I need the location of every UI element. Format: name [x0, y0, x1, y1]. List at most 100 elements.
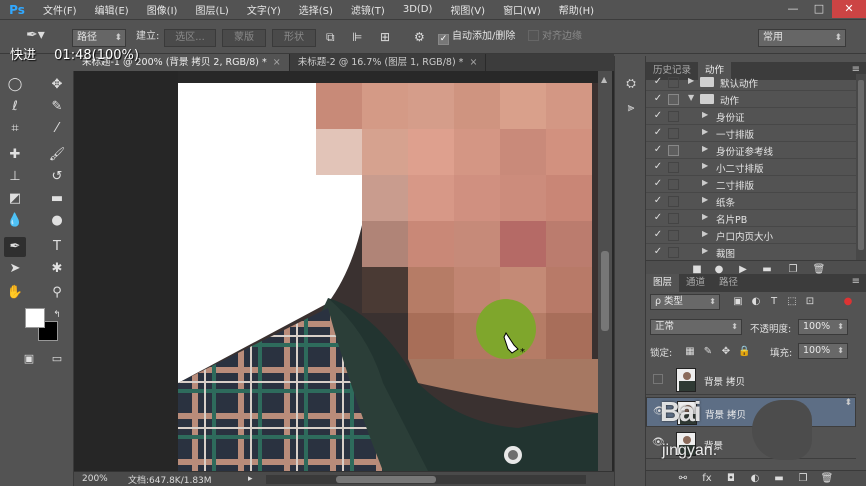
- action-row[interactable]: ✓ ▶ 身份证: [646, 108, 856, 125]
- filter-shape-icon[interactable]: ⬚: [786, 296, 798, 308]
- make-shape-button[interactable]: 形状: [272, 29, 316, 47]
- lock-image-icon[interactable]: ✎: [702, 346, 714, 358]
- filter-pixel-icon[interactable]: ▣: [732, 296, 744, 308]
- eraser-icon[interactable]: ◩: [4, 189, 26, 209]
- link-layers-icon[interactable]: ⚯: [676, 473, 690, 484]
- path-operations-icon[interactable]: ⧉: [326, 29, 335, 47]
- menu-view[interactable]: 视图(V): [441, 2, 494, 17]
- clone-stamp-icon[interactable]: ⊥: [4, 167, 26, 187]
- auto-add-delete-checkbox[interactable]: ✓ 自动添加/删除: [438, 29, 515, 47]
- menu-window[interactable]: 窗口(W): [494, 2, 550, 17]
- toggle-item-checkmark-icon[interactable]: ✓: [652, 195, 664, 206]
- filter-smart-object-icon[interactable]: ⊡: [804, 296, 816, 308]
- toggle-dialog-box[interactable]: [668, 94, 679, 105]
- opacity-input[interactable]: 100%: [798, 319, 848, 335]
- scroll-up-icon[interactable]: ▲: [601, 75, 607, 84]
- foreground-color-swatch-top[interactable]: [25, 308, 45, 328]
- toggle-item-checkmark-icon[interactable]: ✓: [652, 246, 664, 257]
- tab-channels[interactable]: 通道: [679, 274, 712, 292]
- scrollbar-thumb[interactable]: [601, 251, 609, 331]
- quick-mask-icon[interactable]: ▣: [18, 349, 40, 369]
- path-select-icon[interactable]: ➤: [4, 259, 26, 279]
- action-set-row[interactable]: ✓ ▶ 默认动作: [646, 74, 856, 91]
- delete-layer-icon[interactable]: 🗑: [820, 473, 834, 484]
- layer-row[interactable]: 👁 背景 拷贝: [646, 397, 856, 427]
- visibility-toggle-empty[interactable]: [653, 374, 663, 384]
- toggle-dialog-box[interactable]: [668, 247, 679, 258]
- toggle-item-checkmark-icon[interactable]: ✓: [652, 144, 664, 155]
- close-tab-icon[interactable]: ×: [469, 57, 477, 68]
- twirl-right-icon[interactable]: ▶: [702, 212, 708, 221]
- status-menu-icon[interactable]: ▸: [248, 474, 262, 484]
- align-edges-checkbox[interactable]: 对齐边缘: [528, 29, 582, 47]
- maximize-button[interactable]: □: [806, 0, 832, 18]
- layer-filter-select[interactable]: ρ 类型: [650, 294, 720, 310]
- menu-3d[interactable]: 3D(D): [394, 4, 442, 15]
- tab-layers[interactable]: 图层: [646, 274, 680, 292]
- toggle-item-checkmark-icon[interactable]: ✓: [652, 178, 664, 189]
- swap-colors-icon[interactable]: ↰: [46, 305, 68, 325]
- toggle-dialog-box[interactable]: [668, 196, 679, 207]
- toggle-item-checkmark-icon[interactable]: ✓: [652, 110, 664, 121]
- zoom-level[interactable]: 200%: [74, 474, 118, 484]
- menu-select[interactable]: 选择(S): [290, 2, 342, 17]
- hand-icon[interactable]: ✋: [4, 283, 26, 303]
- type-icon[interactable]: T: [46, 237, 68, 257]
- menu-edit[interactable]: 编辑(E): [86, 2, 138, 17]
- menu-file[interactable]: 文件(F): [34, 2, 86, 17]
- scrollbar-thumb[interactable]: [858, 80, 864, 250]
- shape-icon[interactable]: ✱: [46, 259, 68, 279]
- new-layer-icon[interactable]: ❐: [796, 473, 810, 484]
- lock-all-icon[interactable]: 🔒: [738, 346, 750, 358]
- marquee-icon[interactable]: ◯: [4, 75, 26, 95]
- action-row[interactable]: ✓ ▶ 二寸排版: [646, 176, 856, 193]
- path-arrangement-icon[interactable]: ⊞: [380, 29, 390, 47]
- layer-name[interactable]: 背景: [704, 438, 723, 452]
- layer-name[interactable]: 背景 拷贝: [705, 407, 746, 421]
- action-row[interactable]: ✓ ▶ 纸条: [646, 193, 856, 210]
- twirl-right-icon[interactable]: ▶: [702, 127, 708, 136]
- menu-image[interactable]: 图像(I): [138, 2, 187, 17]
- healing-brush-icon[interactable]: ✚: [4, 145, 26, 165]
- lock-transparent-icon[interactable]: ▦: [684, 346, 696, 358]
- move-icon[interactable]: ✥: [46, 75, 68, 95]
- action-row[interactable]: ✓ ▶ 名片PB: [646, 210, 856, 227]
- crop-icon[interactable]: ⌗: [4, 119, 26, 139]
- fill-input[interactable]: 100%: [798, 343, 848, 359]
- adjustment-layer-icon[interactable]: ◐: [748, 473, 762, 484]
- twirl-right-icon[interactable]: ▶: [702, 195, 708, 204]
- toggle-dialog-box[interactable]: [668, 230, 679, 241]
- gradient-icon[interactable]: ▬: [46, 189, 68, 209]
- make-selection-button[interactable]: 选区...: [164, 29, 216, 47]
- toggle-item-checkmark-icon[interactable]: ✓: [652, 212, 664, 223]
- twirl-right-icon[interactable]: ▶: [702, 246, 708, 255]
- history-brush-icon[interactable]: ↺: [46, 167, 68, 187]
- brush-icon[interactable]: 🖌: [46, 145, 68, 165]
- eye-icon[interactable]: 👁: [653, 406, 666, 418]
- action-row[interactable]: ✓ ▶ 一寸排版: [646, 125, 856, 142]
- blend-mode-select[interactable]: 正常: [650, 319, 742, 335]
- minimize-button[interactable]: —: [780, 0, 806, 18]
- canvas-vertical-scrollbar[interactable]: ▲: [598, 71, 612, 471]
- filter-adjustment-icon[interactable]: ◐: [750, 296, 762, 308]
- twirl-right-icon[interactable]: ▶: [702, 161, 708, 170]
- twirl-right-icon[interactable]: ▶: [702, 144, 708, 153]
- action-row[interactable]: ✓ ▶ 身份证参考线: [646, 142, 856, 159]
- twirl-right-icon[interactable]: ▶: [702, 229, 708, 238]
- close-window-button[interactable]: ✕: [832, 0, 866, 18]
- actions-panel-icon[interactable]: ⫸: [622, 98, 640, 116]
- filter-toggle-icon[interactable]: ●: [842, 296, 854, 308]
- layer-row[interactable]: 👁 背景: [646, 429, 856, 459]
- toggle-item-checkmark-icon[interactable]: ✓: [652, 93, 664, 104]
- filter-type-icon[interactable]: T: [768, 296, 780, 308]
- canvas-area[interactable]: *: [74, 71, 614, 471]
- toggle-item-checkmark-icon[interactable]: ✓: [652, 76, 664, 87]
- document-image[interactable]: *: [178, 83, 598, 471]
- tab-paths[interactable]: 路径: [712, 274, 745, 292]
- make-mask-button[interactable]: 蒙版: [222, 29, 266, 47]
- layer-style-icon[interactable]: fx: [700, 473, 714, 484]
- blur-icon[interactable]: 💧: [4, 211, 26, 231]
- document-info[interactable]: 文档:647.8K/1.83M: [118, 473, 248, 486]
- pen-icon[interactable]: ✒: [4, 237, 26, 257]
- menu-type[interactable]: 文字(Y): [238, 2, 290, 17]
